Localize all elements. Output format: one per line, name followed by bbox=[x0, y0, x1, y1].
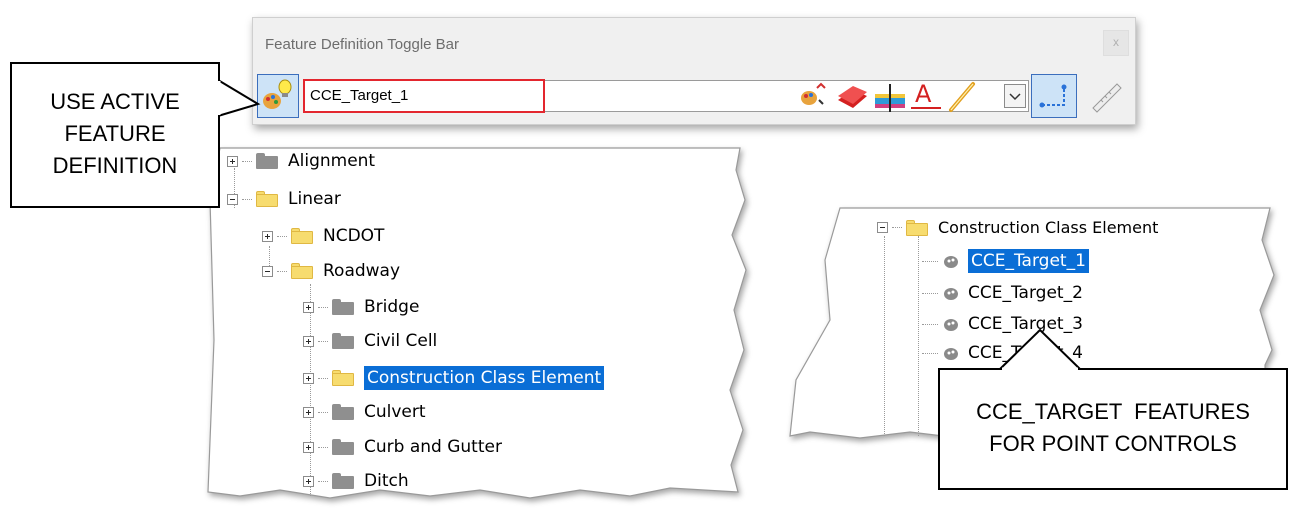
right-callout-pointer-mask bbox=[1002, 367, 1078, 371]
